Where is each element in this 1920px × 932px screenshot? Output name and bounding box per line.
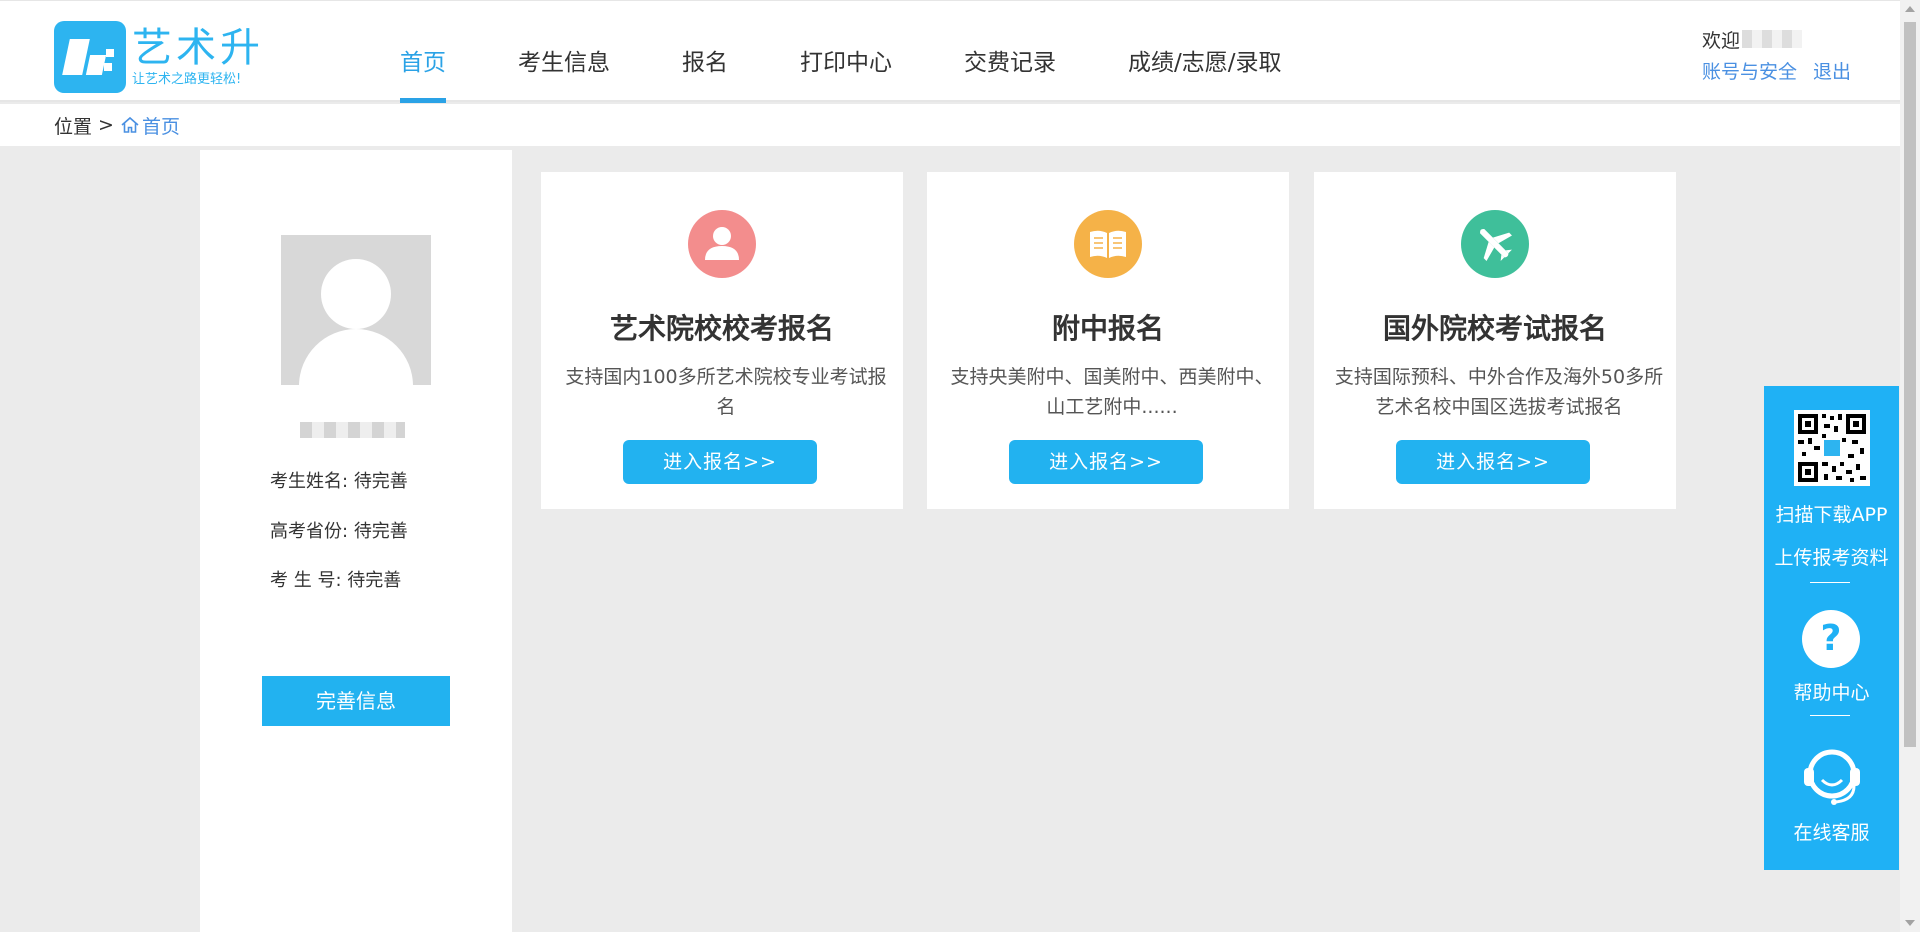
scroll-down-arrow-icon[interactable] bbox=[1905, 920, 1915, 926]
complete-info-button[interactable]: 完善信息 bbox=[262, 676, 450, 726]
card-desc: 支持国内100多所艺术院校专业考试报名 bbox=[565, 366, 887, 418]
main-nav: 首页 考生信息 报名 打印中心 交费记录 成绩/志愿/录取 bbox=[400, 1, 1354, 103]
user-box: 欢迎 账号与安全 退出 bbox=[1702, 25, 1851, 84]
scroll-up-arrow-icon[interactable] bbox=[1905, 6, 1915, 12]
logout-link[interactable]: 退出 bbox=[1813, 57, 1851, 84]
logo-slogan: 让艺术之路更轻松! bbox=[132, 72, 242, 87]
online-service-link[interactable]: 在线客服 bbox=[1764, 818, 1899, 845]
logo-title: 艺术升 bbox=[132, 25, 264, 71]
info-value: 待完善 bbox=[353, 471, 408, 492]
headset-icon[interactable] bbox=[1798, 742, 1866, 810]
logo[interactable]: 艺术升 让艺术之路更轻松! bbox=[54, 21, 264, 93]
card-overseas-school-registration: 国外院校考试报名 支持国际预科、中外合作及海外50多所艺术名校中国区选拔考试报名… bbox=[1314, 172, 1676, 509]
breadcrumb-label: 位置 bbox=[54, 115, 93, 138]
card-affiliated-school-registration: 附中报名 支持央美附中、国美附中、西美附中、山工艺附中...... 进入报名>> bbox=[927, 172, 1289, 509]
home-icon bbox=[121, 116, 139, 133]
welcome-text: 欢迎 bbox=[1702, 25, 1851, 53]
upload-materials-text: 上传报考资料 bbox=[1774, 547, 1889, 569]
username-masked bbox=[1742, 30, 1803, 48]
info-label: 考生姓名: bbox=[270, 471, 349, 492]
book-icon bbox=[1074, 210, 1142, 278]
enter-registration-button[interactable]: 进入报名>> bbox=[1396, 440, 1590, 484]
username-masked-block bbox=[300, 422, 405, 438]
breadcrumb: 位置 > 首页 bbox=[0, 104, 1900, 146]
enter-registration-button[interactable]: 进入报名>> bbox=[1009, 440, 1203, 484]
info-row-exam-number: 考 生 号: 待完善 bbox=[270, 566, 401, 592]
divider bbox=[1810, 582, 1850, 583]
nav-item-results[interactable]: 成绩/志愿/录取 bbox=[1128, 1, 1282, 103]
nav-item-home[interactable]: 首页 bbox=[400, 1, 446, 103]
account-security-link[interactable]: 账号与安全 bbox=[1702, 57, 1797, 84]
info-label: 高考省份: bbox=[270, 521, 349, 542]
welcome-label: 欢迎 bbox=[1702, 29, 1741, 52]
divider bbox=[1810, 715, 1850, 716]
help-icon[interactable]: ? bbox=[1802, 610, 1860, 668]
breadcrumb-current: 首页 bbox=[141, 115, 180, 138]
profile-panel: 考生姓名: 待完善 高考省份: 待完善 考 生 号: 待完善 完善信息 bbox=[200, 150, 512, 932]
info-label: 考 生 号: bbox=[270, 570, 342, 591]
info-value: 待完善 bbox=[347, 570, 402, 591]
card-title: 艺术院校校考报名 bbox=[609, 312, 834, 345]
breadcrumb-home-link[interactable]: 首页 bbox=[120, 112, 180, 139]
header: 艺术升 让艺术之路更轻松! 首页 考生信息 报名 打印中心 交费记录 成绩/志愿… bbox=[0, 0, 1900, 103]
breadcrumb-separator: > bbox=[98, 114, 114, 136]
info-row-province: 高考省份: 待完善 bbox=[270, 517, 408, 543]
nav-item-payment-records[interactable]: 交费记录 bbox=[964, 1, 1056, 103]
nav-item-print-center[interactable]: 打印中心 bbox=[800, 1, 892, 103]
airplane-icon bbox=[1461, 210, 1529, 278]
help-center-link[interactable]: 帮助中心 bbox=[1764, 678, 1899, 705]
card-desc: 支持央美附中、国美附中、西美附中、山工艺附中...... bbox=[950, 366, 1274, 418]
scrollbar[interactable] bbox=[1900, 0, 1920, 932]
logo-mark-icon bbox=[54, 21, 126, 93]
qr-code-icon[interactable] bbox=[1794, 410, 1870, 486]
card-title: 附中报名 bbox=[1051, 312, 1164, 345]
avatar bbox=[281, 235, 431, 385]
card-art-school-registration: 艺术院校校考报名 支持国内100多所艺术院校专业考试报名 进入报名>> bbox=[541, 172, 903, 509]
info-row-name: 考生姓名: 待完善 bbox=[270, 467, 408, 493]
person-icon bbox=[688, 210, 756, 278]
card-desc: 支持国际预科、中外合作及海外50多所艺术名校中国区选拔考试报名 bbox=[1334, 366, 1664, 418]
info-value: 待完善 bbox=[353, 521, 408, 542]
scan-download-app-text: 扫描下载APP bbox=[1775, 504, 1888, 526]
card-title: 国外院校考试报名 bbox=[1382, 312, 1607, 345]
nav-item-student-info[interactable]: 考生信息 bbox=[518, 1, 610, 103]
scroll-thumb[interactable] bbox=[1904, 22, 1916, 747]
enter-registration-button[interactable]: 进入报名>> bbox=[623, 440, 817, 484]
floating-sidebar: 扫描下载APP 上传报考资料 ? 帮助中心 在线客服 bbox=[1764, 386, 1899, 870]
nav-item-registration[interactable]: 报名 bbox=[682, 1, 728, 103]
